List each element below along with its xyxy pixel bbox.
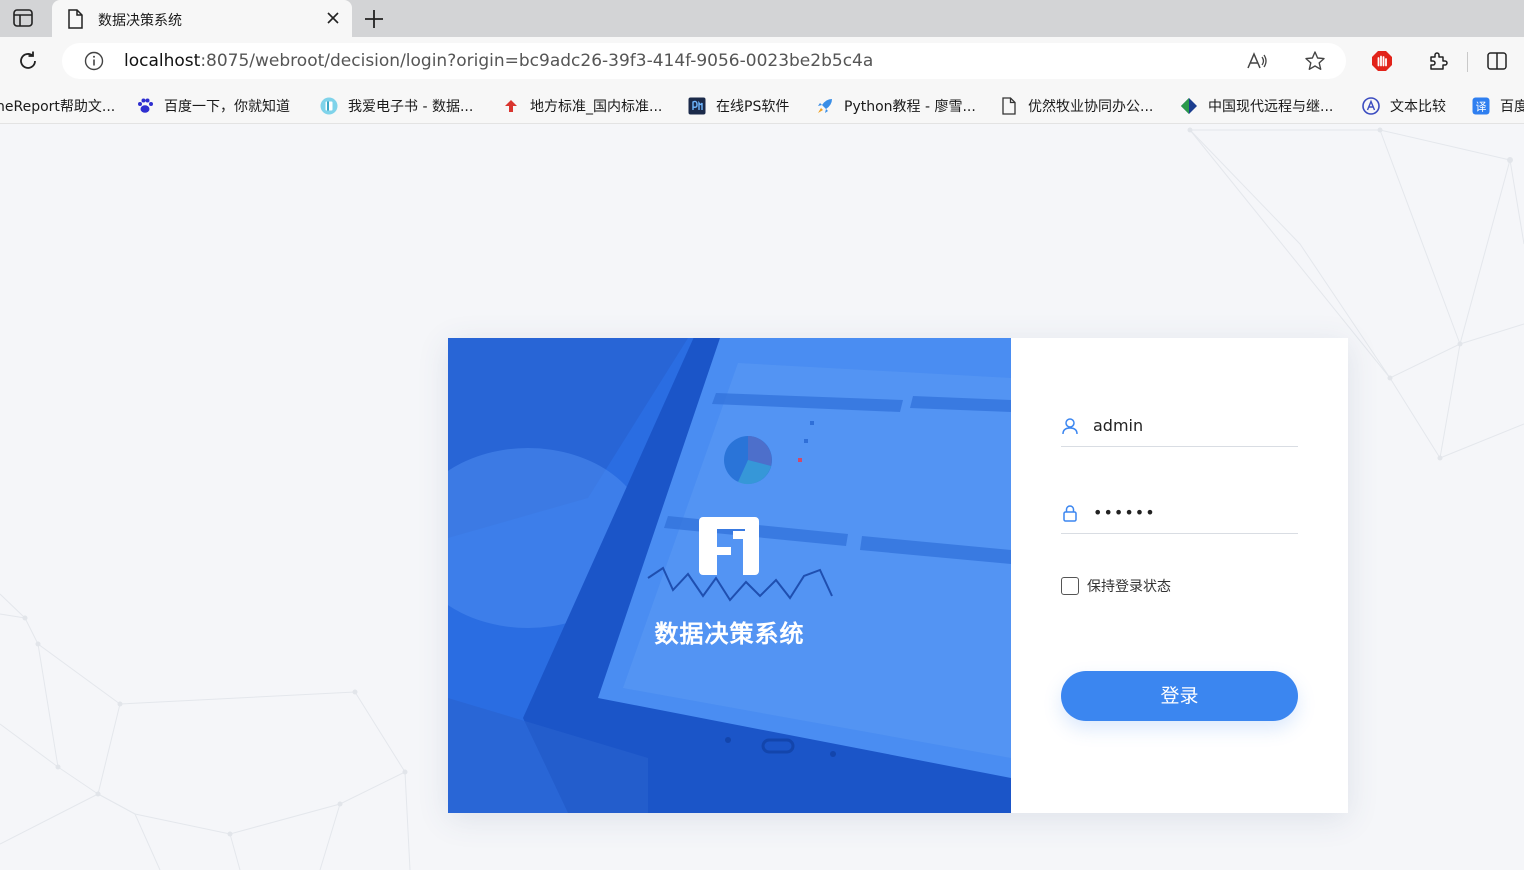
login-form: admin •••••• 保持登录状态 登录 [1061, 338, 1298, 813]
app-logo-icon [699, 517, 759, 575]
remember-label: 保持登录状态 [1087, 579, 1171, 595]
page-icon [1002, 97, 1016, 115]
extensions-icon[interactable] [1426, 49, 1450, 73]
close-icon[interactable] [324, 9, 342, 27]
bookmark-label: 我爱电子书 - 数据... [348, 99, 474, 115]
tab-title: 数据决策系统 [98, 13, 182, 29]
bookmark-item[interactable]: 百度一下，你就知道 [136, 95, 290, 117]
translate-icon: 译 [1472, 97, 1490, 115]
read-aloud-icon[interactable] [1246, 50, 1268, 72]
login-hero-panel: 数据决策系统 [448, 338, 1011, 813]
ps-icon [688, 97, 706, 115]
bookmark-label: 百度 [1500, 99, 1524, 115]
remember-checkbox[interactable] [1061, 577, 1079, 595]
url-host: localhost [124, 51, 201, 71]
favorite-star-icon[interactable] [1304, 50, 1326, 72]
bookmark-item[interactable]: 我爱电子书 - 数据... [320, 95, 473, 117]
password-input[interactable]: •••••• [1093, 503, 1293, 522]
compare-icon [1362, 97, 1380, 115]
username-field[interactable]: admin [1061, 407, 1298, 447]
bookmark-item[interactable]: 优然牧业协同办公... [1000, 95, 1153, 117]
browser-toolbar: localhost:8075/webroot/decision/login?or… [0, 37, 1524, 87]
login-button[interactable]: 登录 [1061, 671, 1298, 721]
lock-icon [1063, 505, 1077, 522]
page-icon [68, 9, 83, 29]
bookmarks-bar: neReport帮助文... 百度一下，你就知道 我爱电子书 - 数据... 地… [0, 87, 1524, 124]
address-bar[interactable]: localhost:8075/webroot/decision/login?or… [62, 43, 1346, 79]
url-path: :8075/webroot/decision/login?origin=bc9a… [200, 51, 874, 71]
bookmark-item[interactable]: neReport帮助文... [0, 95, 115, 117]
bookmark-label: 百度一下，你就知道 [164, 99, 290, 115]
bookmark-item[interactable]: 地方标准_国内标准... [502, 95, 662, 117]
active-tab[interactable]: 数据决策系统 [52, 0, 352, 37]
reload-icon[interactable] [16, 49, 40, 73]
bookmark-item[interactable]: Python教程 - 廖雪... [816, 95, 976, 117]
adblock-extension-icon[interactable] [1370, 49, 1394, 73]
url-text[interactable]: localhost:8075/webroot/decision/login?or… [124, 51, 873, 71]
site-info-icon[interactable] [84, 51, 104, 71]
remember-me[interactable]: 保持登录状态 [1061, 576, 1171, 596]
bookmark-label: 中国现代远程与继... [1208, 99, 1334, 115]
bookmark-item[interactable]: 中国现代远程与继... [1180, 95, 1333, 117]
bookmark-item[interactable]: 在线PS软件 [688, 95, 789, 117]
app-name-title: 数据决策系统 [654, 620, 805, 648]
standard-icon [505, 100, 517, 112]
bookmark-label: Python教程 - 廖雪... [844, 99, 976, 115]
bookmark-label: neReport帮助文... [0, 99, 116, 115]
bookmark-label: 地方标准_国内标准... [530, 99, 663, 115]
login-card: 数据决策系统 admin •••••• 保持登录状态 登录 [448, 338, 1348, 813]
book-icon [320, 97, 338, 115]
bookmark-label: 在线PS软件 [716, 99, 790, 115]
new-tab-icon[interactable] [362, 7, 386, 31]
bookmark-item[interactable]: 译 百度 [1472, 95, 1524, 117]
svg-text:译: 译 [1476, 101, 1487, 114]
user-icon [1062, 418, 1078, 435]
password-field[interactable]: •••••• [1061, 494, 1298, 534]
toolbar-divider [1467, 52, 1468, 72]
bookmark-item[interactable]: 文本比较 [1362, 95, 1446, 117]
split-screen-icon[interactable] [1486, 50, 1508, 72]
baidu-paw-icon [138, 98, 153, 113]
bookmark-label: 优然牧业协同办公... [1028, 99, 1154, 115]
diamond-icon [1181, 98, 1197, 114]
bookmark-label: 文本比较 [1390, 99, 1446, 115]
username-input[interactable]: admin [1093, 416, 1293, 435]
tab-actions-icon[interactable] [12, 8, 34, 28]
tab-strip: 数据决策系统 [0, 0, 1524, 37]
rocket-icon [818, 99, 832, 113]
